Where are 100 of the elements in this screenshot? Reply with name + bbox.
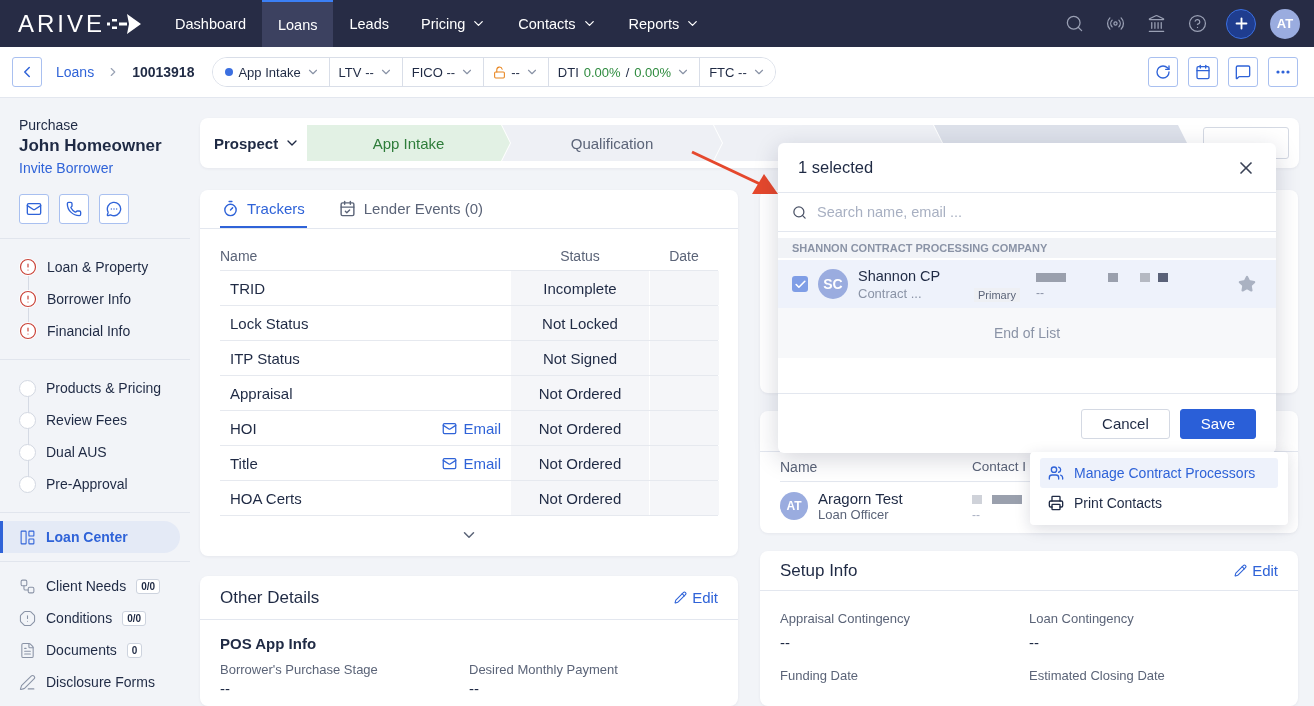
email-link[interactable]: Email (442, 419, 501, 437)
column-header: Name (780, 458, 819, 475)
contact-name: Shannon CP (858, 267, 942, 284)
status-cell: Not Signed (511, 341, 649, 375)
blurred-text (1139, 273, 1150, 282)
sidebar-item[interactable]: Client Needs 0/0 (0, 570, 180, 602)
date-cell (649, 341, 719, 375)
nav-tab[interactable]: Pricing (405, 0, 503, 47)
field-label: Borrower's Purchase Stage (220, 662, 379, 677)
breadcrumb-link[interactable]: Loans (56, 64, 95, 80)
stage-step[interactable]: App Intake (307, 125, 510, 161)
sidebar-item[interactable]: Conditions 0/0 (0, 602, 180, 634)
message-icon (1235, 64, 1251, 80)
sidebar-item[interactable]: Documents 0 (0, 634, 180, 666)
step-item[interactable]: Loan & Property (19, 251, 190, 283)
calendar-button[interactable] (1188, 57, 1218, 87)
search-icon (792, 204, 807, 220)
step-item[interactable]: Financial Info (19, 315, 190, 347)
email-link[interactable]: Email (442, 454, 501, 472)
column-header: Date (668, 246, 700, 266)
date-cell (649, 411, 719, 445)
menu-item[interactable]: Manage Contract Processors (1040, 458, 1278, 488)
status-cell: Not Locked (511, 306, 649, 340)
broadcast-icon[interactable] (1106, 14, 1125, 33)
column-header: Status (559, 246, 601, 266)
primary-tag: Primary (974, 288, 1020, 302)
dialog-title: 1 selected (798, 158, 874, 177)
step-item[interactable]: Borrower Info (19, 283, 190, 315)
pencil-icon (1234, 564, 1248, 577)
group-header: SHANNON CONTRACT PROCESSING COMPANY (778, 238, 1276, 258)
nav-tab[interactable]: Leads (333, 0, 405, 47)
layout-icon (19, 528, 36, 546)
menu-item[interactable]: Print Contacts (1040, 488, 1278, 518)
phone-icon (66, 201, 82, 217)
date-cell (649, 376, 719, 410)
contact-detail: -- (1035, 286, 1045, 300)
step-label: Loan & Property (47, 259, 149, 275)
users-icon (1048, 465, 1064, 481)
step-label: Pre-Approval (46, 476, 128, 492)
field-value: -- (220, 681, 231, 696)
phone-button[interactable] (59, 194, 89, 224)
tracker-name: Appraisal (230, 384, 293, 402)
star-icon[interactable] (1238, 275, 1256, 293)
sidebar-item[interactable]: Loan Center (0, 521, 180, 553)
nav-tab[interactable]: Reports (612, 0, 717, 47)
processor-row[interactable]: SC Shannon CP Contract ... Primary -- (778, 260, 1276, 308)
invite-borrower-link[interactable]: Invite Borrower (19, 160, 190, 176)
borrower-name: John Homeowner (19, 136, 163, 156)
step-item[interactable]: Products & Pricing (19, 372, 190, 404)
stage-step[interactable]: Qualification (502, 125, 722, 161)
status-dot-icon (225, 68, 234, 76)
tracker-name: HOA Certs (230, 489, 302, 507)
email-button[interactable] (19, 194, 49, 224)
blurred-text (1107, 273, 1118, 282)
help-icon[interactable] (1188, 14, 1207, 33)
nav-tab[interactable]: Contacts (502, 0, 613, 47)
checkbox[interactable] (792, 276, 808, 292)
chat-button[interactable] (99, 194, 129, 224)
cancel-button[interactable]: Cancel (1081, 408, 1170, 439)
loan-type: Purchase (19, 117, 80, 133)
field-value: -- (1029, 635, 1040, 650)
step-item[interactable]: Review Fees (19, 404, 190, 436)
blurred-text (992, 495, 1022, 504)
count-badge: 0/0 (136, 578, 161, 594)
bank-icon[interactable] (1147, 14, 1166, 33)
message-button[interactable] (1228, 57, 1258, 87)
tracker-name: Lock Status (230, 314, 309, 332)
field-label: Funding Date (780, 668, 860, 683)
status-cell: Not Ordered (511, 481, 649, 515)
column-header: Contact I (972, 459, 1027, 474)
back-button[interactable] (12, 57, 42, 87)
save-button[interactable]: Save (1179, 408, 1256, 439)
refresh-button[interactable] (1148, 57, 1178, 87)
field-label: Appraisal Contingency (780, 611, 912, 626)
count-badge: 0/0 (122, 610, 147, 626)
sidebar-label: Conditions (46, 610, 113, 626)
tab[interactable]: Lender Events (0) (336, 190, 485, 228)
column-header: Name (220, 246, 259, 266)
add-button[interactable] (1226, 8, 1256, 39)
sidebar-label: Documents (46, 642, 117, 658)
section-title: POS App Info (219, 634, 318, 654)
logo[interactable]: ARIVE (18, 9, 144, 38)
edit-link[interactable]: Edit (674, 589, 718, 606)
nav-tab[interactable]: Loans (261, 0, 334, 47)
status-cell: Not Ordered (511, 446, 649, 480)
stage-dropdown[interactable]: Prospect (214, 134, 307, 152)
step-label: Products & Pricing (46, 380, 162, 396)
step-item[interactable]: Pre-Approval (19, 468, 190, 500)
nav-tab[interactable]: Dashboard (159, 0, 262, 47)
step-item[interactable]: Dual AUS (19, 436, 190, 468)
tab[interactable]: Trackers (220, 190, 307, 228)
metric-dropdown[interactable]: FTC -- (699, 58, 775, 86)
edit-link[interactable]: Edit (1234, 562, 1278, 579)
loan-number: 10013918 (132, 64, 195, 80)
search-icon[interactable] (1065, 14, 1084, 33)
status-cell: Not Ordered (511, 376, 649, 410)
contact-avatar: SC (818, 269, 848, 299)
sidebar-item[interactable]: Disclosure Forms (0, 666, 180, 698)
contact-detail: -- (972, 508, 981, 522)
card-title: Setup Info (780, 560, 858, 581)
